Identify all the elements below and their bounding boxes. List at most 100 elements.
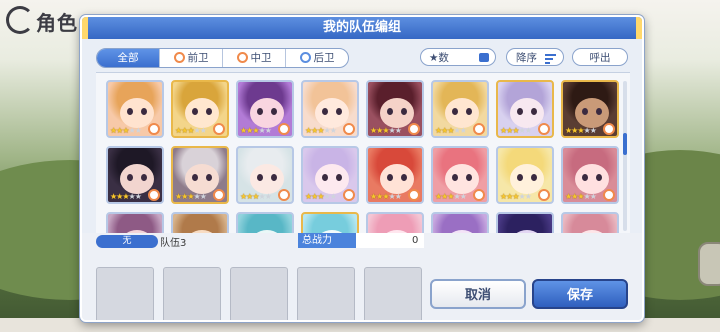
team-panel: 无 队伍3 总战力 0 取消 保存 xyxy=(82,233,642,320)
portrait-eye xyxy=(387,174,393,181)
title-deco-right xyxy=(636,17,642,39)
portrait-eye xyxy=(322,108,328,115)
character-card[interactable]: ★★★★★ xyxy=(496,146,554,204)
character-portrait xyxy=(380,98,414,128)
team-slot-empty[interactable] xyxy=(163,267,221,320)
tab-middle-label: 中卫 xyxy=(250,52,272,64)
rank-icon xyxy=(473,189,485,201)
portrait-eye xyxy=(336,174,342,181)
character-card[interactable]: ★★★★★ xyxy=(496,80,554,138)
character-card[interactable]: ★★★★★ xyxy=(301,146,359,204)
team-slot-empty[interactable] xyxy=(364,267,422,320)
portrait-eye xyxy=(401,174,407,181)
character-portrait xyxy=(575,98,609,128)
sort-attribute-button[interactable]: ★数 xyxy=(420,48,496,66)
team-slot-empty[interactable] xyxy=(96,267,154,320)
star-rating: ★★★★★ xyxy=(175,126,207,135)
title-deco-left xyxy=(82,17,88,39)
dialog-title: 我的队伍编组 xyxy=(322,20,401,35)
star-rating: ★★★★★ xyxy=(435,126,467,135)
rank-icon xyxy=(408,123,420,135)
tab-back[interactable]: 后卫 xyxy=(286,49,348,67)
star-rating: ★★★★★ xyxy=(240,192,272,201)
roster-scroll-thumb[interactable] xyxy=(623,133,627,155)
character-card[interactable]: ★★★★★ xyxy=(301,80,359,138)
character-portrait xyxy=(315,164,349,194)
character-portrait xyxy=(250,98,284,128)
tab-back-label: 后卫 xyxy=(313,52,335,64)
character-card[interactable]: ★★★★★ xyxy=(366,146,424,204)
portrait-eye xyxy=(206,174,212,181)
portrait-eye xyxy=(401,108,407,115)
portrait-eye xyxy=(257,108,263,115)
rank-icon xyxy=(603,123,615,135)
rank-icon xyxy=(148,123,160,135)
tab-front[interactable]: 前卫 xyxy=(160,49,223,67)
side-handle[interactable] xyxy=(698,242,720,286)
portrait-eye xyxy=(466,108,472,115)
rank-icon xyxy=(213,123,225,135)
roster-grid: ★★★★★ ★★★★★ ★★★★★ ★★★★★ ★★★★★ ★★★★★ ★★★★★ ★★★★★… xyxy=(106,80,619,243)
rank-icon xyxy=(473,123,485,135)
portrait-eye xyxy=(322,174,328,181)
star-rating: ★★★★★ xyxy=(565,126,597,135)
rank-icon xyxy=(213,189,225,201)
team-slot-tag: 无 xyxy=(96,235,158,248)
tab-middle[interactable]: 中卫 xyxy=(223,49,286,67)
summon-button[interactable]: 呼出 xyxy=(572,48,628,66)
character-card[interactable]: ★★★★★ xyxy=(171,80,229,138)
character-portrait xyxy=(315,98,349,128)
character-card[interactable]: ★★★★★ xyxy=(236,146,294,204)
portrait-eye xyxy=(141,108,147,115)
star-rating: ★★★★★ xyxy=(305,192,337,201)
summon-label: 呼出 xyxy=(589,52,611,64)
star-rating: ★★★★★ xyxy=(500,192,532,201)
character-card[interactable]: ★★★★★ xyxy=(366,80,424,138)
character-card[interactable]: ★★★★★ xyxy=(236,80,294,138)
team-name: 队伍3 xyxy=(160,238,187,249)
character-portrait xyxy=(380,164,414,194)
star-rating: ★★★★★ xyxy=(240,126,272,135)
character-card[interactable]: ★★★★★ xyxy=(561,146,619,204)
portrait-eye xyxy=(271,108,277,115)
character-card[interactable]: ★★★★★ xyxy=(561,80,619,138)
team-slot-empty[interactable] xyxy=(230,267,288,320)
portrait-eye xyxy=(127,174,133,181)
portrait-eye xyxy=(257,174,263,181)
position-filter-tabs: 全部 前卫 中卫 后卫 xyxy=(96,48,349,68)
portrait-eye xyxy=(582,108,588,115)
portrait-eye xyxy=(466,174,472,181)
star-rating: ★★★★★ xyxy=(110,126,142,135)
cancel-button[interactable]: 取消 xyxy=(430,279,526,309)
sort-order-button[interactable]: 降序 xyxy=(506,48,564,66)
character-card[interactable]: ★★★★★ xyxy=(431,80,489,138)
character-card[interactable]: ★★★★★ xyxy=(431,146,489,204)
character-card[interactable]: ★★★★★ xyxy=(106,80,164,138)
roster-scrollbar[interactable] xyxy=(623,81,627,231)
sort-attribute-icon xyxy=(479,53,489,62)
total-power-label: 总战力 xyxy=(298,233,356,248)
character-card[interactable]: ★★★★★ xyxy=(171,146,229,204)
rank-icon xyxy=(278,123,290,135)
character-card[interactable]: ★★★★★ xyxy=(106,146,164,204)
team-slot-empty[interactable] xyxy=(297,267,355,320)
screen-title-text: 角色 xyxy=(36,11,78,35)
portrait-eye xyxy=(206,108,212,115)
star-rating: ★★★★★ xyxy=(370,126,402,135)
rank-icon xyxy=(278,189,290,201)
tab-all[interactable]: 全部 xyxy=(97,49,160,67)
character-portrait xyxy=(185,98,219,128)
star-rating: ★★★★★ xyxy=(435,192,467,201)
portrait-eye xyxy=(336,108,342,115)
character-portrait xyxy=(120,98,154,128)
portrait-eye xyxy=(517,174,523,181)
star-rating: ★★★★★ xyxy=(175,192,207,201)
star-rating: ★★★★★ xyxy=(305,126,337,135)
portrait-eye xyxy=(531,174,537,181)
save-button[interactable]: 保存 xyxy=(532,279,628,309)
star-rating: ★★★★★ xyxy=(110,192,142,201)
rank-icon xyxy=(343,123,355,135)
portrait-eye xyxy=(192,174,198,181)
portrait-eye xyxy=(596,108,602,115)
rank-icon xyxy=(603,189,615,201)
